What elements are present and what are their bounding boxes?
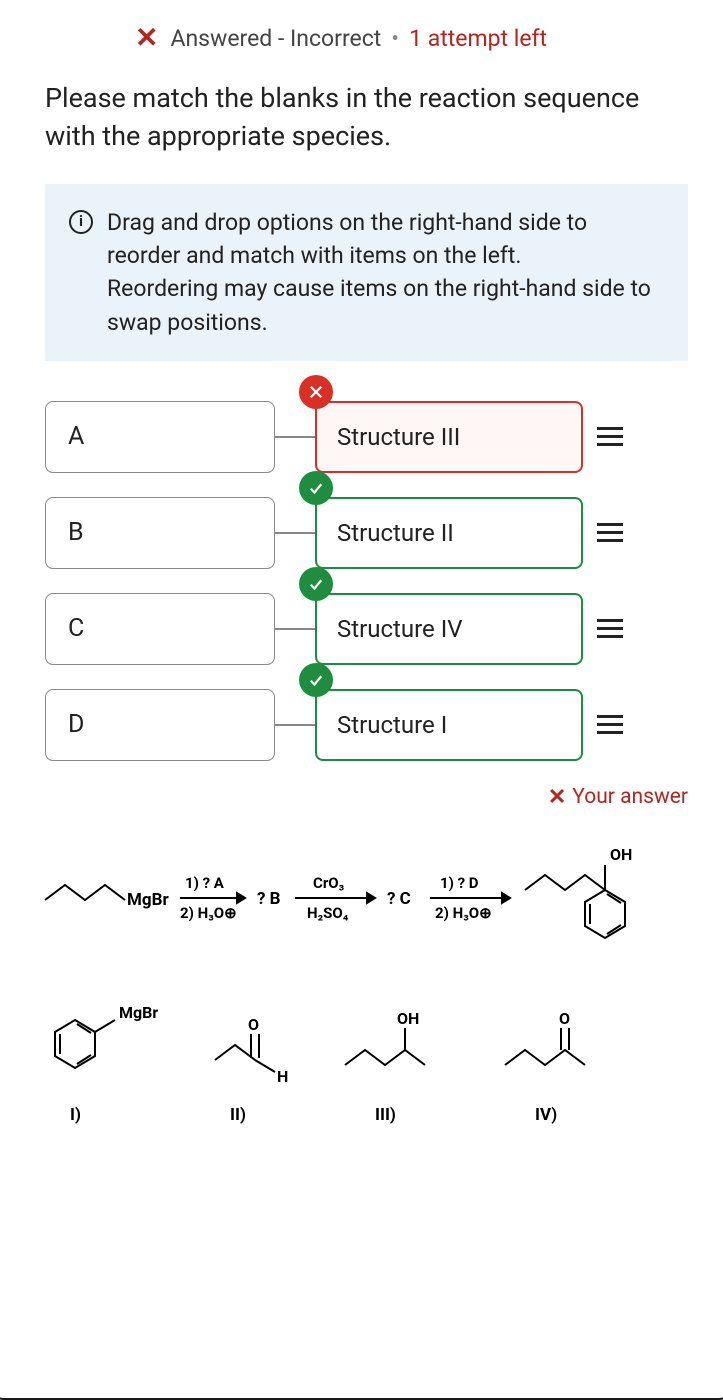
- svg-text:H: H: [277, 1067, 288, 1086]
- svg-text:IV): IV): [535, 1105, 557, 1125]
- prompt-c: C: [45, 593, 275, 665]
- svg-text:2) H₃O⊕: 2) H₃O⊕: [180, 904, 237, 922]
- match-area: A Structure III B Structure II C Structu…: [45, 401, 688, 761]
- question-text: Please match the blanks in the reaction …: [45, 80, 688, 156]
- match-row-b: B Structure II: [45, 497, 688, 569]
- svg-text:? B: ? B: [257, 889, 281, 909]
- attempts-left: 1 attempt left: [409, 25, 547, 52]
- answer-slot-d[interactable]: Structure I: [315, 689, 583, 761]
- svg-text:O: O: [248, 1015, 259, 1034]
- drag-handle-icon[interactable]: [597, 523, 623, 542]
- your-answer-label: ✕ Your answer: [45, 785, 688, 810]
- drag-handle-icon[interactable]: [597, 427, 623, 446]
- answer-slot-c[interactable]: Structure IV: [315, 593, 583, 665]
- svg-text:MgBr: MgBr: [119, 1003, 158, 1022]
- match-row-d: D Structure I: [45, 689, 688, 761]
- svg-text:CrO₃: CrO₃: [313, 874, 345, 892]
- answer-slot-b[interactable]: Structure II: [315, 497, 583, 569]
- svg-text:1) ? D: 1) ? D: [440, 874, 479, 892]
- chemistry-diagram: MgBr 1) ? A 2) H₃O⊕ ? B CrO₃ H₂SO₄ ? C 1…: [45, 830, 688, 1150]
- drag-handle-icon[interactable]: [597, 715, 623, 734]
- prompt-a: A: [45, 401, 275, 473]
- svg-text:I): I): [70, 1105, 81, 1125]
- prompt-b: B: [45, 497, 275, 569]
- svg-text:II): II): [230, 1105, 246, 1125]
- svg-text:OH: OH: [610, 845, 632, 864]
- check-badge-icon: [299, 567, 333, 601]
- x-icon: ✕: [135, 24, 158, 52]
- answer-slot-a[interactable]: Structure III: [315, 401, 583, 473]
- svg-text:1) ? A: 1) ? A: [185, 874, 225, 892]
- svg-text:? C: ? C: [387, 889, 411, 909]
- svg-text:2) H₃O⊕: 2) H₃O⊕: [435, 904, 492, 922]
- svg-text:O: O: [559, 1009, 570, 1028]
- status-bar: ✕ Answered - Incorrect • 1 attempt left: [45, 0, 688, 80]
- x-icon: ✕: [548, 785, 566, 810]
- status-text: Answered - Incorrect: [170, 25, 381, 52]
- check-badge-icon: [299, 471, 333, 505]
- svg-text:OH: OH: [397, 1009, 419, 1028]
- check-badge-icon: [299, 663, 333, 697]
- instructions-panel: i Drag and drop options on the right-han…: [45, 184, 688, 361]
- svg-text:III): III): [375, 1105, 396, 1125]
- separator-dot: •: [391, 25, 399, 52]
- drag-handle-icon[interactable]: [597, 619, 623, 638]
- instructions-text: Drag and drop options on the right-hand …: [107, 206, 662, 339]
- prompt-d: D: [45, 689, 275, 761]
- match-row-a: A Structure III: [45, 401, 688, 473]
- info-icon: i: [69, 210, 93, 234]
- x-badge-icon: [299, 375, 333, 409]
- match-row-c: C Structure IV: [45, 593, 688, 665]
- svg-text:H₂SO₄: H₂SO₄: [307, 904, 349, 922]
- svg-text:MgBr: MgBr: [127, 890, 169, 910]
